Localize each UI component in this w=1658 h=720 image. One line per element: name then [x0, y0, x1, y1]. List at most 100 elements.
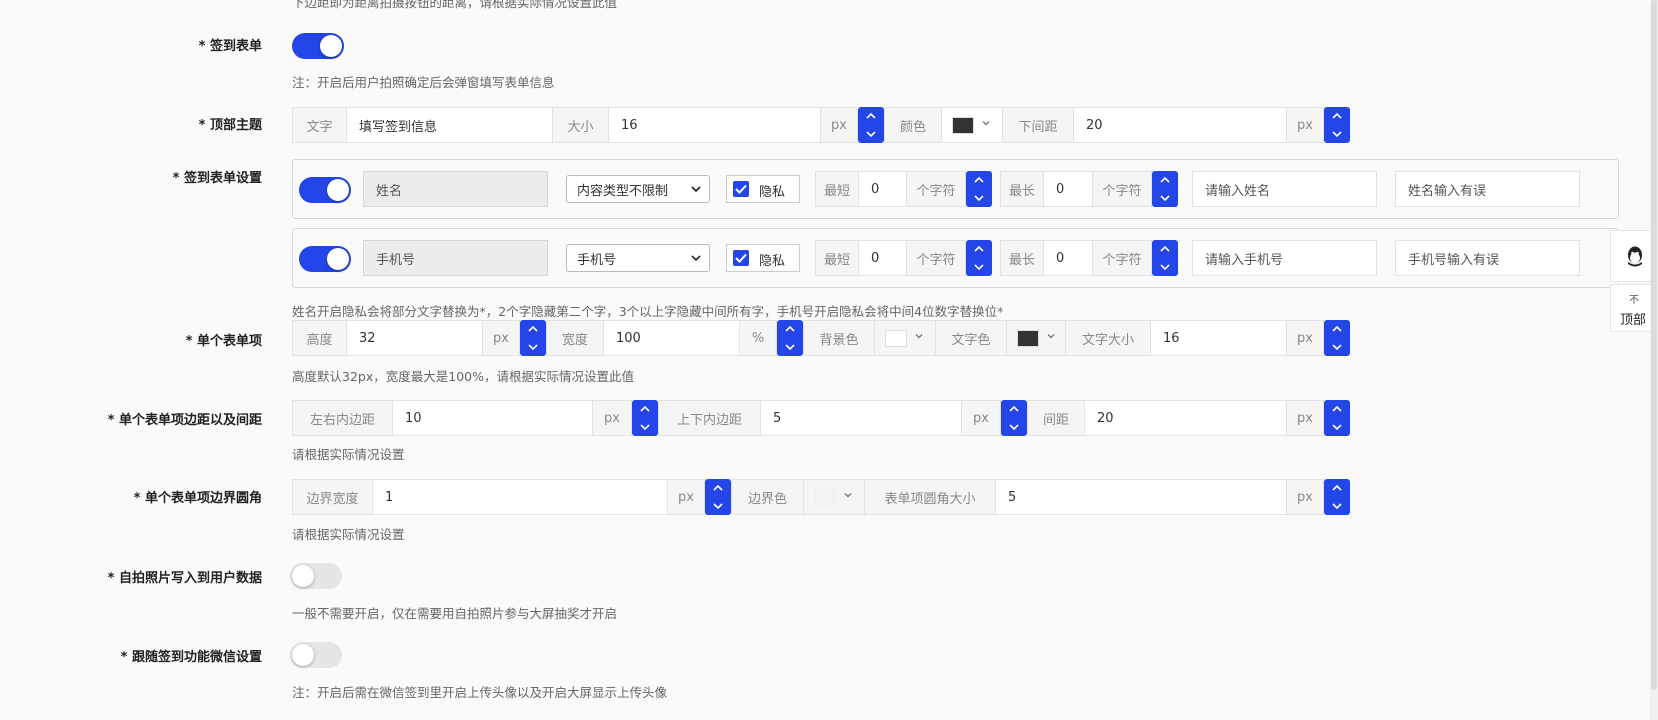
border-color-addon: 边界色	[731, 479, 804, 515]
chevron-down-icon[interactable]	[858, 125, 884, 143]
chevron-down-icon[interactable]	[632, 418, 658, 436]
height-unit: px	[482, 320, 520, 356]
chevron-down-icon[interactable]	[777, 338, 803, 356]
privacy-checkbox[interactable]: 隐私	[726, 244, 800, 272]
error-message-input[interactable]: 姓名输入有误	[1395, 171, 1580, 207]
privacy-checkbox[interactable]: 隐私	[726, 175, 800, 203]
size-spinner[interactable]	[858, 107, 884, 143]
chevron-up-icon[interactable]	[705, 479, 731, 497]
margin-unit: px	[1286, 107, 1324, 143]
width-spinner[interactable]	[777, 320, 803, 356]
content-type-select[interactable]: 内容类型不限制	[566, 175, 710, 203]
wechat-toggle[interactable]	[290, 642, 342, 668]
size-unit: px	[820, 107, 858, 143]
selfie-note: 一般不需要开启，仅在需要用自拍照片参与大屏抽奖才开启	[292, 606, 618, 621]
vertical-scrollbar[interactable]	[1650, 0, 1658, 720]
chevron-up-icon[interactable]	[1324, 320, 1350, 338]
max-addon: 最长	[1000, 240, 1044, 276]
max-spinner[interactable]	[1152, 171, 1178, 207]
chevron-up-icon[interactable]	[1001, 400, 1027, 418]
selfie-label: * 自拍照片写入到用户数据	[107, 571, 262, 586]
placeholder-input[interactable]: 请输入姓名	[1192, 171, 1377, 207]
lr-padding-input[interactable]: 10	[392, 400, 593, 436]
min-spinner[interactable]	[966, 171, 992, 207]
color-addon: 颜色	[884, 107, 942, 143]
chevron-down-icon[interactable]	[966, 258, 992, 276]
gap-unit: px	[1286, 400, 1324, 436]
margin-spinner[interactable]	[1324, 107, 1350, 143]
chevron-up-icon[interactable]	[777, 320, 803, 338]
content-type-value: 手机号	[577, 252, 617, 268]
chevron-up-icon[interactable]	[1152, 240, 1178, 258]
top-theme-color-picker[interactable]	[941, 107, 1003, 143]
chevron-up-icon[interactable]	[966, 171, 992, 189]
chevron-up-icon[interactable]	[1324, 107, 1350, 125]
top-theme-margin-input[interactable]: 20	[1073, 107, 1287, 143]
lr-padding-spinner[interactable]	[632, 400, 658, 436]
wechat-note: 注：开启后需在微信签到里开启上传头像以及开启大屏显示上传头像	[292, 685, 668, 700]
checkbox-checked-icon	[733, 181, 749, 197]
chevron-down-icon[interactable]	[1152, 258, 1178, 276]
placeholder-input[interactable]: 请输入手机号	[1192, 240, 1377, 276]
caret-down-icon	[1047, 334, 1055, 339]
min-length-input[interactable]: 0	[858, 171, 907, 207]
chevron-down-icon[interactable]	[705, 497, 731, 515]
font-size-spinner[interactable]	[1324, 320, 1350, 356]
field-enable-toggle[interactable]	[299, 177, 351, 203]
top-theme-text-input[interactable]: 填写签到信息	[346, 107, 553, 143]
radius-spinner[interactable]	[1324, 479, 1350, 515]
bg-color-picker[interactable]	[874, 320, 936, 356]
content-type-select[interactable]: 手机号	[566, 244, 710, 272]
lr-padding-unit: px	[592, 400, 632, 436]
chevron-down-icon[interactable]	[1001, 418, 1027, 436]
chevron-up-icon[interactable]	[858, 107, 884, 125]
content-type-value: 内容类型不限制	[577, 183, 669, 199]
form-settings-label: * 签到表单设置	[172, 171, 262, 186]
border-width-spinner[interactable]	[705, 479, 731, 515]
text-color-picker[interactable]	[1006, 320, 1066, 356]
tb-padding-input[interactable]: 5	[760, 400, 962, 436]
error-message-input[interactable]: 手机号输入有误	[1395, 240, 1580, 276]
chevron-down-icon[interactable]	[1152, 189, 1178, 207]
field-enable-toggle[interactable]	[299, 246, 351, 272]
sign-form-toggle[interactable]	[292, 33, 344, 59]
max-length-input[interactable]: 0	[1043, 171, 1093, 207]
gap-input[interactable]: 20	[1084, 400, 1287, 436]
min-unit: 个字符	[906, 171, 966, 207]
max-unit: 个字符	[1092, 171, 1152, 207]
single-item-note: 高度默认32px，宽度最大是100%，请根据实际情况设置此值	[292, 369, 634, 384]
chevron-down-icon[interactable]	[1324, 497, 1350, 515]
radius-input[interactable]: 5	[995, 479, 1287, 515]
tb-padding-spinner[interactable]	[1001, 400, 1027, 436]
field-name-input[interactable]: 姓名	[363, 171, 548, 207]
max-spinner[interactable]	[1152, 240, 1178, 276]
chevron-down-icon[interactable]	[520, 338, 546, 356]
chevron-up-icon[interactable]	[632, 400, 658, 418]
radius-addon: 表单项圆角大小	[864, 479, 996, 515]
border-width-input[interactable]: 1	[372, 479, 668, 515]
chevron-up-icon[interactable]	[520, 320, 546, 338]
min-length-input[interactable]: 0	[858, 240, 907, 276]
chevron-up-icon[interactable]	[1152, 171, 1178, 189]
item-height-input[interactable]: 32	[346, 320, 483, 356]
gap-spinner[interactable]	[1324, 400, 1350, 436]
item-font-size-input[interactable]: 16	[1150, 320, 1287, 356]
chevron-down-icon[interactable]	[1324, 125, 1350, 143]
min-spinner[interactable]	[966, 240, 992, 276]
chevron-up-icon[interactable]	[1324, 479, 1350, 497]
chevron-down-icon[interactable]	[1324, 338, 1350, 356]
item-width-input[interactable]: 100	[603, 320, 740, 356]
chevron-down-icon[interactable]	[966, 189, 992, 207]
height-spinner[interactable]	[520, 320, 546, 356]
scrollbar-thumb[interactable]	[1651, 0, 1657, 690]
max-addon: 最长	[1000, 171, 1044, 207]
max-unit: 个字符	[1092, 240, 1152, 276]
top-theme-size-input[interactable]: 16	[608, 107, 821, 143]
selfie-toggle[interactable]	[290, 563, 342, 589]
max-length-input[interactable]: 0	[1043, 240, 1093, 276]
field-name-input[interactable]: 手机号	[363, 240, 548, 276]
chevron-up-icon[interactable]	[1324, 400, 1350, 418]
chevron-down-icon[interactable]	[1324, 418, 1350, 436]
border-color-picker[interactable]	[803, 479, 865, 515]
chevron-up-icon[interactable]	[966, 240, 992, 258]
